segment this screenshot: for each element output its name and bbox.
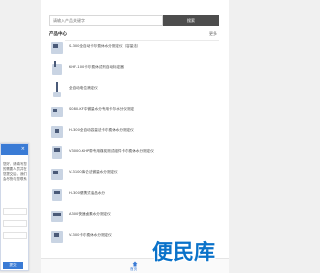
product-thumbnail [49,143,65,161]
product-thumbnail [49,80,65,98]
product-thumbnail [49,164,65,182]
product-name: A300快速卤素水分测定仪 [69,212,111,216]
home-label[interactable]: 首页 [130,267,137,272]
section-title: 产品中心 [49,32,67,37]
product-item[interactable]: S-300全自动卡尔费休水分测定仪（容量法） [49,38,219,59]
product-item[interactable]: H-300全自动容量法卡尔费休水分测定仪 [49,122,219,143]
search-button[interactable]: 搜索 [163,15,219,26]
product-item[interactable]: KHF-100卡尔费休试剂自动标定器 [49,59,219,80]
watermark-logo: 便民库 [152,240,215,264]
product-item[interactable]: 全自动电位滴定仪 [49,80,219,101]
product-name: V-3100库仑法微量水分测定仪 [69,170,118,174]
product-name: V3000-KHP带专用煤炭测试组件卡尔费休水分测定仪 [69,149,154,153]
search-input[interactable] [49,15,163,26]
product-thumbnail [49,59,65,77]
product-name: H-300便携式油品水分 [69,191,106,195]
product-name: KHF-100卡尔费休试剂自动标定器 [69,65,124,69]
product-item[interactable]: V3000-KHP带专用煤炭测试组件卡尔费休水分测定仪 [49,143,219,164]
product-thumbnail [49,206,65,224]
product-name: S080-KF中微量水分专用卡尔水分仪测定 [69,107,135,111]
product-item[interactable]: H-300便携式油品水分 [49,185,219,206]
product-name: 全自动电位滴定仪 [69,86,98,90]
name-field[interactable] [3,208,27,215]
product-thumbnail [49,122,65,140]
close-icon[interactable]: × [21,146,25,152]
product-item[interactable]: V-3100库仑法微量水分测定仪 [49,164,219,185]
product-thumbnail [49,185,65,203]
product-name: H-300全自动容量法卡尔费休水分测定仪 [69,128,134,132]
message-field[interactable] [3,232,27,239]
product-name: V-300卡尔费休水分测定仪 [69,233,112,237]
product-thumbnail [49,101,65,119]
product-item[interactable]: A300快速卤素水分测定仪 [49,206,219,227]
product-item[interactable]: S080-KF中微量水分专用卡尔水分仪测定 [49,101,219,122]
contact-side-panel: × 您好，请填写您的需要人员并在您提交后，我们会尽快与您联系 [0,143,29,271]
phone-field[interactable] [3,220,27,227]
product-thumbnail [49,227,65,245]
product-name: S-300全自动卡尔费休水分测定仪（容量法） [69,44,141,48]
product-thumbnail [49,38,65,56]
submit-button[interactable]: 提交 [3,262,23,269]
more-link[interactable]: 更多 [209,31,217,37]
page-content: 搜索 产品中心 更多 S-300全自动卡尔费休水分测定仪（容量法） KHF-10… [41,0,229,272]
search-bar: 搜索 [49,15,219,26]
side-panel-message: 您好，请填写您的需要人员并在您提交后，我们会尽快与您联系 [3,162,27,181]
